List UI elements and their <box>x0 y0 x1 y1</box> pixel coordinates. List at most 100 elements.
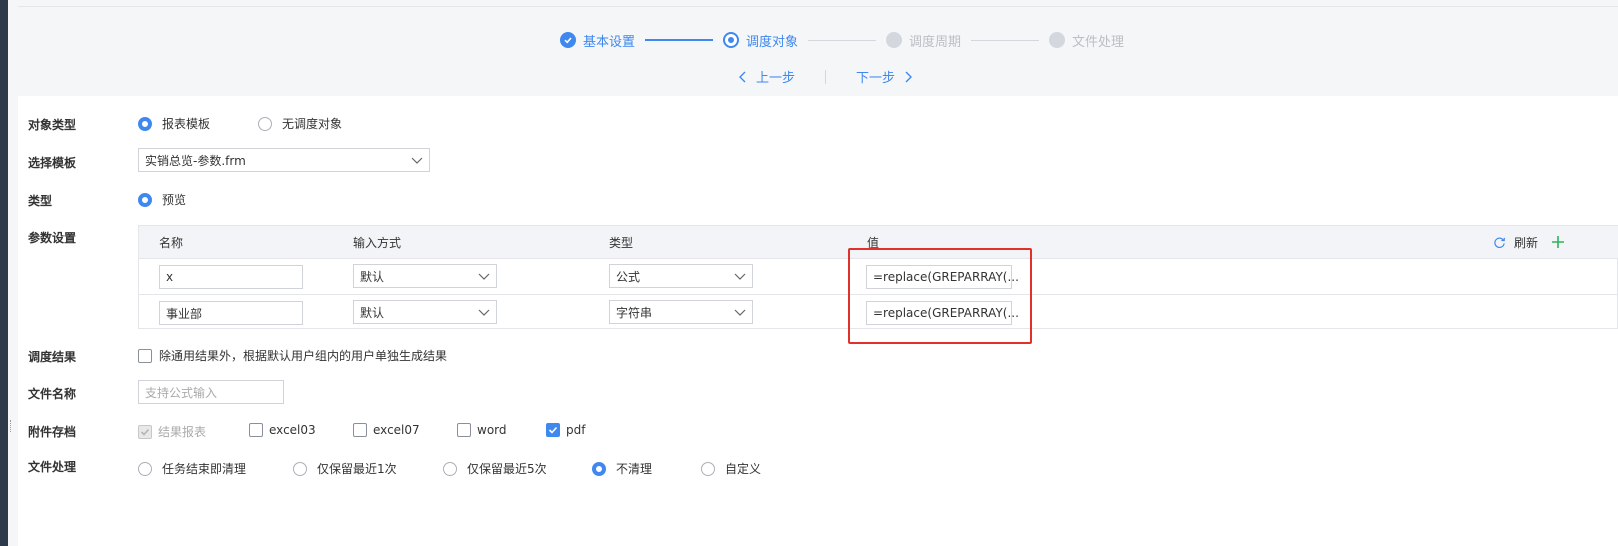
checkbox-box <box>249 423 263 437</box>
step-connector <box>971 39 1040 41</box>
checkbox-label: excel07 <box>373 423 420 437</box>
radio-clean-on-finish[interactable]: 任务结束即清理 <box>138 460 246 477</box>
refresh-icon <box>1494 237 1505 248</box>
param-type-value: 公式 <box>616 269 641 284</box>
filename-input[interactable]: 支持公式输入 <box>138 380 284 404</box>
chevron-down-icon <box>734 309 746 316</box>
checkbox-box <box>546 423 560 437</box>
checkbox-box <box>353 423 367 437</box>
radio-label: 报表模板 <box>162 117 211 131</box>
radio-circle <box>138 192 152 207</box>
radio-label: 无调度对象 <box>282 117 343 131</box>
next-step-label: 下一步 <box>856 71 896 86</box>
attach-word-checkbox[interactable]: word <box>457 423 507 437</box>
chevron-left-icon <box>739 71 746 82</box>
step-label: 文件处理 <box>1072 34 1125 50</box>
highlight-annotation-box <box>848 248 1032 344</box>
param-name-value: 事业部 <box>166 306 203 321</box>
wizard-steps: 基本设置 调度对象 调度周期 文件处理 <box>560 31 1124 50</box>
refresh-label: 刷新 <box>1514 236 1539 250</box>
param-type-value: 字符串 <box>616 305 653 320</box>
checkbox-label: 结果报表 <box>158 425 207 439</box>
param-type-select[interactable]: 公式 <box>609 264 753 288</box>
step-label: 基本设置 <box>583 34 636 50</box>
params-label: 参数设置 <box>28 231 77 245</box>
param-name-input[interactable]: x <box>159 265 303 289</box>
per-user-result-checkbox[interactable]: 除通用结果外，根据默认用户组内的用户单独生成结果 <box>138 347 447 364</box>
col-type: 类型 <box>609 236 634 250</box>
template-label: 选择模板 <box>28 156 77 170</box>
radio-label: 仅保留最近5次 <box>467 462 547 476</box>
prev-step-button[interactable]: 上一步 <box>738 67 795 86</box>
pending-step-icon <box>1049 32 1066 48</box>
input-method-select[interactable]: 默认 <box>353 300 497 324</box>
param-name-input[interactable]: 事业部 <box>159 301 303 325</box>
radio-circle <box>138 116 152 131</box>
checkbox-box <box>138 348 152 363</box>
param-name-value: x <box>166 270 174 284</box>
radio-preview[interactable]: 预览 <box>138 191 186 208</box>
checkbox-box <box>138 424 152 439</box>
radio-circle <box>138 461 152 476</box>
step-schedule-period[interactable]: 调度周期 <box>886 31 961 50</box>
radio-label: 任务结束即清理 <box>162 462 247 476</box>
radio-no-clean[interactable]: 不清理 <box>592 460 652 477</box>
radio-keep-last-5[interactable]: 仅保留最近5次 <box>443 460 547 477</box>
filename-placeholder: 支持公式输入 <box>145 385 218 400</box>
radio-label: 不清理 <box>616 462 653 476</box>
radio-label: 预览 <box>162 193 187 207</box>
chevron-down-icon <box>734 273 746 280</box>
checkbox-label: 除通用结果外，根据默认用户组内的用户单独生成结果 <box>159 349 448 363</box>
filename-label: 文件名称 <box>28 387 77 401</box>
radio-circle <box>701 461 715 476</box>
nav-divider <box>825 69 827 84</box>
add-param-plus-icon[interactable] <box>1551 235 1565 249</box>
attach-pdf-checkbox[interactable]: pdf <box>546 423 585 437</box>
radio-label: 仅保留最近1次 <box>317 462 397 476</box>
col-name: 名称 <box>159 236 184 250</box>
chevron-down-icon <box>478 273 490 280</box>
attach-excel03-checkbox[interactable]: excel03 <box>249 423 316 437</box>
radio-circle <box>293 461 307 476</box>
form-panel: 对象类型 报表模板 无调度对象 选择模板 实销总览-参数.frm 类型 预览 参… <box>18 96 1618 546</box>
radio-report-template[interactable]: 报表模板 <box>138 115 210 132</box>
step-navigation: 上一步 下一步 <box>738 67 913 86</box>
radio-custom[interactable]: 自定义 <box>701 460 761 477</box>
prev-step-label: 上一步 <box>756 71 796 86</box>
pending-step-icon <box>886 32 903 48</box>
checkbox-label: word <box>477 423 507 437</box>
radio-label: 自定义 <box>725 462 762 476</box>
step-file-handling[interactable]: 文件处理 <box>1049 31 1124 50</box>
attach-result-report-checkbox: 结果报表 <box>138 423 206 440</box>
active-step-icon <box>723 32 740 48</box>
next-step-button[interactable]: 下一步 <box>856 67 913 86</box>
step-label: 调度周期 <box>909 34 962 50</box>
chevron-down-icon <box>411 157 423 164</box>
attachments-label: 附件存档 <box>28 425 77 439</box>
radio-no-object[interactable]: 无调度对象 <box>258 115 342 132</box>
step-label: 调度对象 <box>746 34 799 50</box>
type-label: 类型 <box>28 194 53 208</box>
template-select[interactable]: 实销总览-参数.frm <box>138 148 430 172</box>
radio-circle <box>258 116 272 131</box>
col-input-method: 输入方式 <box>353 236 402 250</box>
object-type-label: 对象类型 <box>28 118 77 132</box>
input-method-value: 默认 <box>360 305 385 320</box>
checkbox-label: excel03 <box>269 423 316 437</box>
chevron-right-icon <box>905 71 913 82</box>
check-icon <box>140 428 150 436</box>
input-method-select[interactable]: 默认 <box>353 264 497 288</box>
step-basic-settings[interactable]: 基本设置 <box>560 31 635 50</box>
resize-handle[interactable] <box>10 420 13 432</box>
attach-excel07-checkbox[interactable]: excel07 <box>353 423 420 437</box>
refresh-button[interactable]: 刷新 <box>1493 234 1538 251</box>
input-method-value: 默认 <box>360 269 385 284</box>
chevron-down-icon <box>478 309 490 316</box>
left-sidebar-edge <box>0 0 11 546</box>
step-schedule-object[interactable]: 调度对象 <box>723 31 798 50</box>
checkbox-box <box>457 423 471 437</box>
param-type-select[interactable]: 字符串 <box>609 300 753 324</box>
step-header: 基本设置 调度对象 调度周期 文件处理 上一步 下一步 <box>18 6 1618 96</box>
checkbox-label: pdf <box>566 423 586 437</box>
radio-keep-last-1[interactable]: 仅保留最近1次 <box>293 460 397 477</box>
